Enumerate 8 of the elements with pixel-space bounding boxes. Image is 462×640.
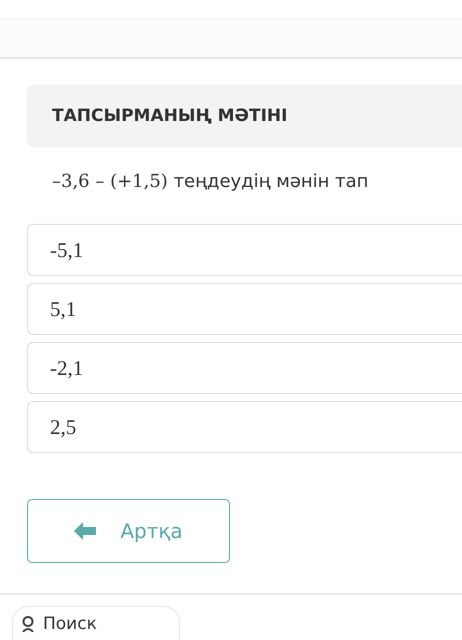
question-text: –3,6 – (+1,5) теңдеудің мәнін тап [52, 171, 370, 192]
answer-option[interactable]: -2,1 [27, 342, 462, 394]
arrow-left-icon [74, 522, 96, 540]
search-field[interactable]: Поиск [12, 606, 180, 640]
answer-option[interactable]: 2,5 [27, 401, 462, 453]
answer-option[interactable]: 5,1 [27, 283, 462, 335]
answer-option[interactable]: -5,1 [27, 224, 462, 276]
task-heading: ТАПСЫРМАНЫҢ МӘТІНІ [27, 85, 462, 147]
